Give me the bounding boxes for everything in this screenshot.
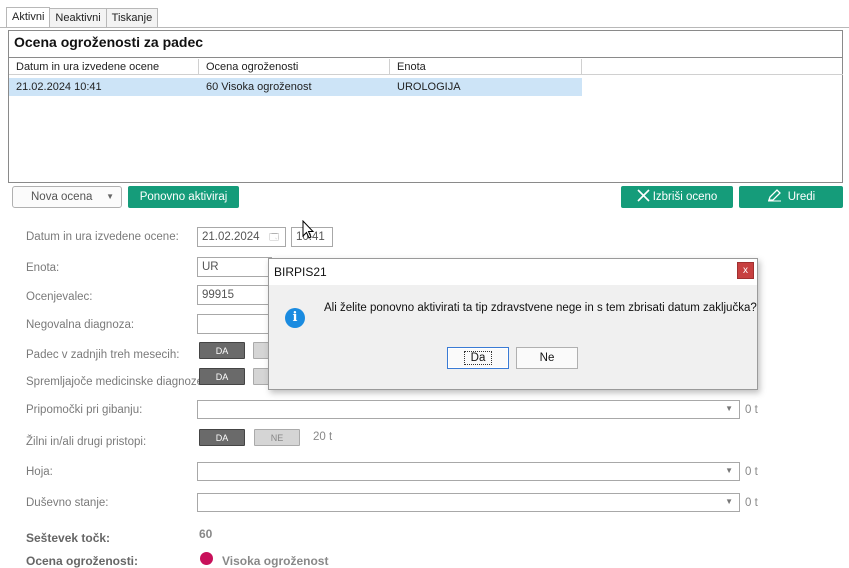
- confirm-dialog: BIRPIS21 x i Ali želite ponovno aktivira…: [268, 258, 758, 390]
- yes-label: Da: [463, 351, 493, 365]
- cell-date: 21.02.2024 10:41: [16, 81, 102, 93]
- dialog-body: i Ali želite ponovno aktivirati ta tip z…: [269, 285, 757, 389]
- hoja-label: Hoja:: [26, 466, 53, 478]
- tab-bar: Aktivni Neaktivni Tiskanje: [6, 7, 159, 28]
- dusevno-label: Duševno stanje:: [26, 497, 109, 509]
- izbrisi-oceno-button[interactable]: Izbriši oceno: [621, 186, 733, 208]
- cell-score: 60 Visoka ogroženost: [206, 81, 312, 93]
- izbrisi-label: Izbriši oceno: [652, 191, 718, 203]
- pencil-icon: [767, 189, 781, 202]
- table-row[interactable]: 21.02.2024 10:41 60 Visoka ogroženost UR…: [9, 78, 582, 96]
- column-header-unit[interactable]: Enota: [390, 59, 582, 75]
- section-frame: [8, 30, 843, 183]
- ocenjevalec-field[interactable]: 99915: [197, 285, 272, 305]
- chevron-down-icon: ▼: [725, 497, 733, 506]
- date-label: Datum in ura izvedene ocene:: [26, 231, 179, 243]
- column-header-date[interactable]: Datum in ura izvedene ocene: [9, 59, 199, 75]
- pripomocki-select[interactable]: ▼: [197, 400, 740, 419]
- uredi-label: Uredi: [787, 191, 816, 203]
- yes-button[interactable]: Da: [447, 347, 509, 369]
- dusevno-points: 0 t: [745, 497, 758, 509]
- cell-unit: UROLOGIJA: [397, 81, 461, 93]
- dialog-close-button[interactable]: x: [737, 262, 754, 279]
- sestevek-value: 60: [199, 527, 213, 541]
- ocena-label: Ocena ogroženosti:: [26, 554, 139, 568]
- uredi-button[interactable]: Uredi: [739, 186, 843, 208]
- date-value: 21.02.2024: [202, 231, 260, 243]
- risk-indicator-dot: [200, 552, 213, 565]
- sestevek-label: Seštevek točk:: [26, 531, 111, 545]
- negovalna-label: Negovalna diagnoza:: [26, 319, 135, 331]
- zilni-da-toggle[interactable]: DA: [199, 429, 245, 446]
- padec-label: Padec v zadnjih treh mesecih:: [26, 349, 180, 361]
- dialog-title: BIRPIS21: [274, 265, 327, 279]
- enota-label: Enota:: [26, 262, 60, 274]
- column-header-score[interactable]: Ocena ogroženosti: [199, 59, 390, 75]
- tab-neaktivni[interactable]: Neaktivni: [49, 8, 107, 28]
- dusevno-select[interactable]: ▼: [197, 493, 740, 512]
- dialog-message: Ali želite ponovno aktivirati ta tip zdr…: [324, 302, 757, 314]
- hoja-select[interactable]: ▼: [197, 462, 740, 481]
- close-icon: [637, 189, 650, 202]
- zilni-ne-toggle[interactable]: NE: [254, 429, 300, 446]
- date-field[interactable]: 21.02.2024 🗔: [197, 227, 286, 247]
- tab-tiskanje[interactable]: Tiskanje: [105, 8, 159, 28]
- spremljajoce-label: Spremljajoče medicinske diagnoze:: [26, 376, 207, 388]
- ocena-value: Visoka ogroženost: [222, 554, 329, 568]
- ocenjevalec-label: Ocenjevalec:: [26, 291, 93, 303]
- spremljajoce-ne-toggle[interactable]: [253, 368, 269, 385]
- nova-ocena-dropdown[interactable]: Nova ocena ▼: [12, 186, 122, 208]
- chevron-down-icon: ▼: [106, 192, 114, 201]
- pripomocki-label: Pripomočki pri gibanju:: [26, 404, 143, 416]
- spremljajoce-da-toggle[interactable]: DA: [199, 368, 245, 385]
- info-icon: i: [285, 308, 305, 328]
- padec-da-toggle[interactable]: DA: [199, 342, 245, 359]
- nova-ocena-label: Nova ocena: [31, 191, 93, 203]
- hoja-points: 0 t: [745, 466, 758, 478]
- ponovno-aktiviraj-button[interactable]: Ponovno aktiviraj: [128, 186, 239, 208]
- enota-field[interactable]: UR: [197, 257, 272, 277]
- no-button[interactable]: Ne: [516, 347, 578, 369]
- section-title: Ocena ogroženosti za padec: [14, 34, 204, 50]
- padec-ne-toggle[interactable]: [253, 342, 269, 359]
- grid-bottom-border: [9, 182, 843, 183]
- grid-header: Datum in ura izvedene ocene Ocena ogrože…: [9, 57, 843, 75]
- zilni-label: Žilni in/ali drugi pristopi:: [26, 436, 147, 448]
- chevron-down-icon: ▼: [725, 404, 733, 413]
- pripomocki-points: 0 t: [745, 404, 758, 416]
- cursor-icon: [302, 220, 315, 239]
- tab-divider: [0, 27, 849, 28]
- zilni-points: 20 t: [313, 431, 333, 443]
- tab-aktivni[interactable]: Aktivni: [6, 7, 51, 28]
- chevron-down-icon: ▼: [725, 466, 733, 475]
- calendar-icon[interactable]: 🗔: [269, 228, 279, 246]
- negovalna-field[interactable]: [197, 314, 272, 334]
